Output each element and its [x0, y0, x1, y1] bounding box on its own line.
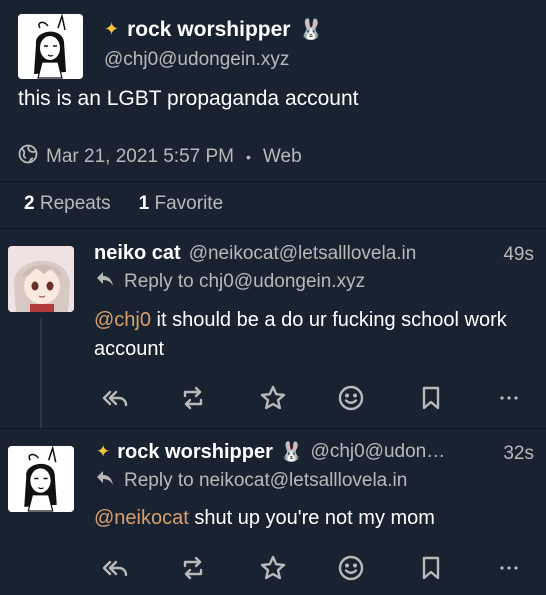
react-button[interactable] — [334, 551, 368, 585]
repeats-stat[interactable]: 2 Repeats — [24, 193, 111, 215]
reply-arrow-icon — [96, 271, 114, 293]
reply-all-button[interactable] — [98, 551, 132, 585]
smiley-icon — [338, 385, 364, 411]
post-time[interactable]: 32s — [503, 443, 534, 465]
favorites-count: 1 — [138, 193, 150, 214]
reply-all-icon — [102, 390, 128, 407]
post-stats: 2 Repeats 1 Favorite — [24, 193, 223, 215]
avatar-anime-icon — [8, 246, 74, 312]
author-display-name[interactable]: rock worshipper — [117, 441, 273, 464]
post-client: Web — [262, 146, 302, 167]
rabbit-face-icon: 🐰 — [279, 442, 304, 463]
post-text: shut up you're not my mom — [188, 507, 435, 529]
more-dots-icon — [500, 396, 518, 400]
bookmark-button[interactable] — [414, 381, 448, 415]
avatar[interactable] — [8, 446, 74, 512]
post-content: @chj0 it should be a do ur fucking schoo… — [94, 306, 534, 364]
repeat-icon — [183, 386, 203, 410]
post-time[interactable]: 49s — [503, 244, 534, 266]
divider — [0, 428, 546, 429]
author-display-name[interactable]: neiko cat — [94, 242, 181, 265]
bookmark-icon — [422, 556, 440, 580]
globe-icon — [18, 144, 38, 170]
favorite-button[interactable] — [256, 551, 290, 585]
reply-to-link[interactable]: Reply to chj0@udongein.xyz — [124, 271, 365, 293]
reply-arrow-icon — [96, 470, 114, 492]
favorites-label: Favorite — [154, 193, 224, 214]
more-button[interactable] — [492, 551, 526, 585]
repeat-icon — [183, 556, 203, 580]
bookmark-icon — [422, 386, 440, 410]
reply-to-link[interactable]: Reply to neikocat@letsalllovela.in — [124, 470, 407, 492]
sparkles-icon: ✦ — [96, 442, 111, 461]
mention-link[interactable]: @neikocat — [94, 507, 189, 529]
author-handle[interactable]: @chj0@udongein.xyz — [104, 49, 289, 71]
repeat-button[interactable] — [176, 381, 210, 415]
favorite-button[interactable] — [256, 381, 290, 415]
post-actions — [94, 381, 524, 417]
thread-line — [40, 318, 42, 428]
repeats-count: 2 — [24, 193, 35, 214]
reply-all-icon — [102, 560, 128, 577]
sparkles-icon: ✦ — [104, 19, 120, 39]
author-display-name[interactable]: rock worshipper — [127, 18, 290, 42]
meta-separator: • — [246, 149, 251, 165]
more-button[interactable] — [492, 381, 526, 415]
repeats-label: Repeats — [39, 193, 111, 214]
author-handle[interactable]: @chj0@udon… — [311, 441, 446, 463]
post-text: this is an LGBT propaganda account — [18, 87, 359, 110]
divider — [0, 181, 546, 182]
post-text: it should be a do ur fucking school work… — [94, 309, 507, 360]
star-icon — [260, 385, 286, 410]
smiley-icon — [338, 555, 364, 581]
avatar-drawing-icon — [18, 14, 83, 79]
bookmark-button[interactable] — [414, 551, 448, 585]
star-icon — [260, 555, 286, 580]
rabbit-face-icon: 🐰 — [298, 19, 324, 41]
avatar[interactable] — [8, 246, 74, 312]
post-content: @neikocat shut up you're not my mom — [94, 504, 534, 533]
more-dots-icon — [500, 566, 518, 570]
post-actions — [94, 551, 524, 587]
mention-link[interactable]: @chj0 — [94, 309, 151, 331]
avatar-drawing-icon — [8, 446, 74, 512]
author-handle[interactable]: @neikocat@letsalllovela.in — [189, 243, 417, 265]
avatar[interactable] — [18, 14, 83, 79]
favorites-stat[interactable]: 1 Favorite — [139, 193, 224, 215]
divider — [0, 228, 546, 229]
post-date[interactable]: Mar 21, 2021 5:57 PM — [46, 146, 234, 168]
reply-all-button[interactable] — [98, 381, 132, 415]
react-button[interactable] — [334, 381, 368, 415]
repeat-button[interactable] — [176, 551, 210, 585]
